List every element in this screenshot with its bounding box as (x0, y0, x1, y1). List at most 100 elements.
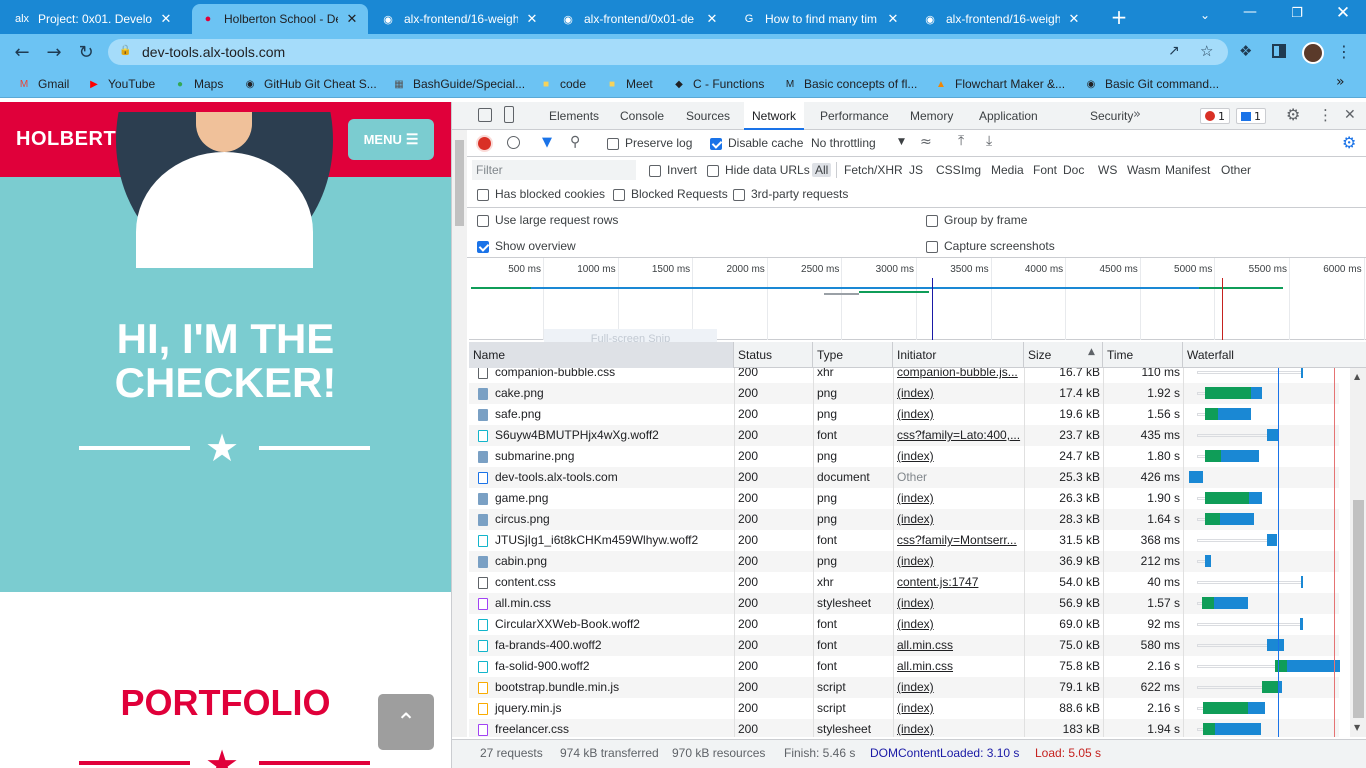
request-name[interactable]: fa-brands-400.woff2 (491, 635, 734, 656)
has-blocked-cookies-checkbox[interactable] (477, 187, 489, 201)
record-button[interactable] (478, 137, 491, 150)
request-name[interactable]: freelancer.css (491, 719, 734, 737)
scroll-top-button[interactable]: ⌃ (378, 694, 434, 750)
request-name[interactable]: CircularXXWeb-Book.woff2 (491, 614, 734, 635)
request-name[interactable]: companion-bubble.css (491, 368, 734, 383)
request-row[interactable]: submarine.png 200 png (index) 24.7 kB 1.80 s (469, 446, 1339, 467)
bookmark-item[interactable]: M Basic concepts of fl... (782, 76, 918, 92)
more-tabs-icon[interactable]: » (1133, 107, 1141, 122)
request-name[interactable]: dev-tools.alx-tools.com (491, 467, 734, 488)
request-initiator[interactable]: css?family=Montserr... (893, 530, 1024, 551)
type-filter-other[interactable]: Other (1221, 163, 1251, 177)
export-har-icon[interactable]: ⤓ (986, 133, 992, 149)
third-party-checkbox[interactable] (733, 187, 745, 201)
browser-tab[interactable]: ◉ alx-frontend/0x01-de ✕ (552, 4, 728, 34)
devtools-tab-console[interactable]: Console (620, 102, 664, 130)
network-conditions-icon[interactable]: ≈ (920, 134, 932, 150)
blocked-requests-checkbox[interactable] (613, 187, 625, 201)
request-row[interactable]: jquery.min.js 200 script (index) 88.6 kB 2.16… (469, 698, 1339, 719)
bookmark-star-icon[interactable]: ☆ (1200, 42, 1213, 60)
capture-screenshots-checkbox[interactable] (926, 239, 938, 253)
close-tab-icon[interactable]: ✕ (524, 11, 540, 27)
devtools-tab-performance[interactable]: Performance (820, 102, 889, 130)
large-rows-checkbox[interactable] (477, 213, 489, 227)
request-name[interactable]: content.css (491, 572, 734, 593)
preserve-log-label[interactable]: Preserve log (625, 136, 692, 150)
type-filter-ws[interactable]: WS (1098, 163, 1117, 177)
browser-tab[interactable]: ◉ alx-frontend/16-weigh ✕ (372, 4, 548, 34)
devtools-tab-memory[interactable]: Memory (910, 102, 953, 130)
request-initiator[interactable]: (index) (893, 719, 1024, 737)
request-initiator[interactable]: (index) (893, 446, 1024, 467)
invert-label[interactable]: Invert (667, 163, 697, 177)
request-row[interactable]: safe.png 200 png (index) 19.6 kB 1.56 s (469, 404, 1339, 425)
col-initiator[interactable]: Initiator (893, 342, 1024, 368)
forward-icon[interactable]: → (44, 42, 64, 63)
request-row[interactable]: companion-bubble.css 200 xhr companion-bubb… (469, 368, 1339, 383)
request-initiator[interactable]: (index) (893, 383, 1024, 404)
request-initiator[interactable]: (index) (893, 551, 1024, 572)
close-tab-icon[interactable]: ✕ (704, 11, 720, 27)
devtools-left-scrollbar[interactable] (452, 130, 467, 737)
devtools-menu-icon[interactable]: ⋮ (1318, 106, 1333, 124)
devtools-tab-network[interactable]: Network (744, 102, 805, 130)
request-row[interactable]: fa-brands-400.woff2 200 font all.min.css 75.… (469, 635, 1339, 656)
bookmark-item[interactable]: ■ Meet (604, 76, 653, 92)
devtools-tab-application[interactable]: Application (979, 102, 1038, 130)
request-name[interactable]: all.min.css (491, 593, 734, 614)
col-waterfall[interactable]: Waterfall (1183, 342, 1366, 368)
clear-icon[interactable] (507, 136, 520, 149)
close-tab-icon[interactable]: ✕ (158, 11, 174, 27)
request-name[interactable]: circus.png (491, 509, 734, 530)
bookmarks-overflow-icon[interactable]: » (1336, 74, 1345, 90)
devtools-tab-elements[interactable]: Elements (549, 102, 599, 130)
more-menu-icon[interactable]: ⋮ (1336, 42, 1352, 61)
invert-checkbox[interactable] (649, 163, 661, 177)
request-initiator[interactable]: companion-bubble.js... (893, 368, 1024, 383)
request-initiator[interactable]: content.js:1747 (893, 572, 1024, 593)
close-tab-icon[interactable]: ✕ (344, 11, 360, 27)
sort-ascending-icon[interactable]: ▲ (1088, 347, 1095, 357)
devtools-tab-security[interactable]: Security (1090, 102, 1133, 130)
profile-avatar[interactable] (1302, 42, 1324, 64)
request-name[interactable]: cabin.png (491, 551, 734, 572)
reload-icon[interactable]: ↻ (76, 42, 96, 63)
devtools-tab-sources[interactable]: Sources (686, 102, 730, 130)
request-row[interactable]: freelancer.css 200 stylesheet (index) 183 kB… (469, 719, 1339, 737)
request-row[interactable]: cabin.png 200 png (index) 36.9 kB 212 ms (469, 551, 1339, 572)
type-filter-media[interactable]: Media (991, 163, 1024, 177)
network-settings-gear-icon[interactable]: ⚙ (1342, 133, 1356, 152)
type-filter-doc[interactable]: Doc (1063, 163, 1084, 177)
bookmark-item[interactable]: ▦ BashGuide/Special... (391, 76, 525, 92)
col-name[interactable]: Name (469, 342, 734, 368)
hide-data-urls-checkbox[interactable] (707, 163, 719, 177)
close-tab-icon[interactable]: ✕ (1066, 11, 1082, 27)
third-party-label[interactable]: 3rd-party requests (751, 187, 848, 201)
extensions-icon[interactable]: ❖ (1239, 42, 1252, 60)
type-filter-font[interactable]: Font (1033, 163, 1057, 177)
request-name[interactable]: jquery.min.js (491, 698, 734, 719)
request-row[interactable]: content.css 200 xhr content.js:1747 54.0 kB 4… (469, 572, 1339, 593)
request-initiator[interactable]: css?family=Lato:400,... (893, 425, 1024, 446)
close-tab-icon[interactable]: ✕ (885, 11, 901, 27)
device-toolbar-icon[interactable] (504, 106, 514, 123)
bookmark-item[interactable]: ◉ GitHub Git Cheat S... (242, 76, 377, 92)
request-name[interactable]: safe.png (491, 404, 734, 425)
browser-tab[interactable]: G How to find many tim ✕ (733, 4, 909, 34)
request-row[interactable]: all.min.css 200 stylesheet (index) 56.9 kB 1.… (469, 593, 1339, 614)
sidepanel-icon[interactable] (1272, 44, 1286, 58)
col-status[interactable]: Status (734, 342, 813, 368)
group-by-frame-label[interactable]: Group by frame (944, 213, 1027, 227)
request-name[interactable]: bootstrap.bundle.min.js (491, 677, 734, 698)
lock-icon[interactable]: 🔒 (119, 45, 131, 57)
type-filter-fetchxhr[interactable]: Fetch/XHR (844, 163, 903, 177)
bookmark-item[interactable]: ◆ C - Functions (671, 76, 764, 92)
request-name[interactable]: submarine.png (491, 446, 734, 467)
bookmark-item[interactable]: ▶ YouTube (86, 76, 155, 92)
filter-icon[interactable]: ▼ (542, 135, 552, 150)
request-initiator[interactable]: (index) (893, 593, 1024, 614)
tab-search-chevron-icon[interactable]: ⌄ (1196, 8, 1214, 26)
large-rows-label[interactable]: Use large request rows (495, 213, 618, 227)
bookmark-item[interactable]: ● Maps (172, 76, 223, 92)
timeline-overview[interactable]: 500 ms 1000 ms 1500 ms 2000 ms 2500 ms 3000 m… (469, 258, 1366, 349)
